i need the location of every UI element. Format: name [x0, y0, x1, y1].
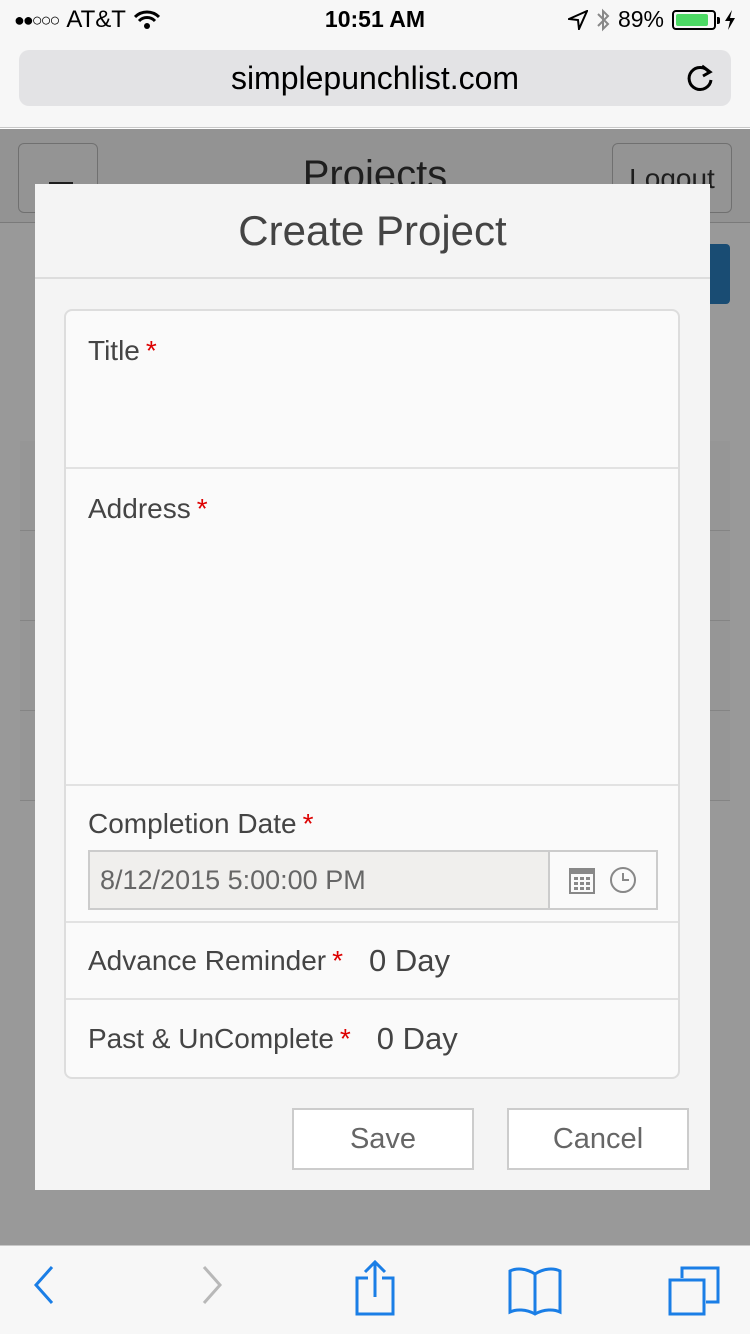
forward-icon[interactable] — [200, 1264, 224, 1306]
required-marker: * — [339, 1022, 351, 1054]
back-icon[interactable] — [32, 1264, 56, 1306]
location-arrow-icon — [567, 9, 588, 30]
completion-date-label: Completion Date — [88, 808, 297, 839]
save-button[interactable]: Save — [292, 1108, 474, 1170]
date-picker — [88, 850, 658, 910]
advance-reminder-label: Advance Reminder — [88, 944, 327, 976]
past-uncomplete-label: Past & UnComplete — [88, 1022, 334, 1054]
required-marker: * — [196, 493, 208, 524]
bookmarks-icon[interactable] — [508, 1266, 562, 1316]
battery-percent: 89% — [617, 6, 664, 32]
browser-toolbar — [0, 1245, 750, 1334]
share-icon[interactable] — [354, 1260, 396, 1316]
advance-reminder-field[interactable]: Advance Reminder * 0 Day — [66, 923, 678, 1000]
required-marker: * — [145, 335, 157, 366]
address-field[interactable]: Address * — [66, 469, 678, 786]
required-marker: * — [302, 808, 314, 839]
title-label: Title — [88, 335, 140, 366]
status-bar: ●●○○○ AT&T 10:51 AM 89% — [0, 0, 750, 40]
calendar-icon[interactable] — [569, 866, 595, 894]
project-form: Title * Address * Completion Date * 8/12… — [64, 309, 680, 1079]
advance-reminder-value[interactable]: 0 Day — [369, 943, 450, 979]
browser-address-area: simplepunchlist.com — [0, 40, 750, 128]
tabs-icon[interactable] — [668, 1266, 720, 1316]
create-project-dialog: Create Project Title * Address * Completio… — [35, 184, 710, 1190]
address-label: Address — [88, 493, 191, 524]
address-bar[interactable]: simplepunchlist.com — [19, 50, 731, 106]
bluetooth-icon — [597, 8, 610, 31]
required-marker: * — [332, 944, 344, 976]
title-field[interactable]: Title * — [66, 311, 678, 469]
reload-icon[interactable] — [685, 63, 715, 93]
completion-date-input[interactable] — [90, 852, 550, 908]
battery-icon — [672, 9, 720, 30]
charging-bolt-icon — [725, 9, 735, 30]
past-uncomplete-value[interactable]: 0 Day — [377, 1021, 458, 1057]
dialog-title: Create Project — [238, 206, 507, 254]
clock-icon[interactable] — [609, 866, 637, 894]
date-picker-buttons — [550, 852, 656, 908]
past-uncomplete-field[interactable]: Past & UnComplete * 0 Day — [66, 1000, 678, 1077]
battery-fill — [676, 13, 709, 26]
dialog-header: Create Project — [35, 184, 710, 279]
cancel-button[interactable]: Cancel — [507, 1108, 689, 1170]
completion-date-field: Completion Date * — [66, 786, 678, 923]
status-right: 89% — [567, 6, 736, 33]
url-text[interactable]: simplepunchlist.com — [231, 60, 519, 96]
